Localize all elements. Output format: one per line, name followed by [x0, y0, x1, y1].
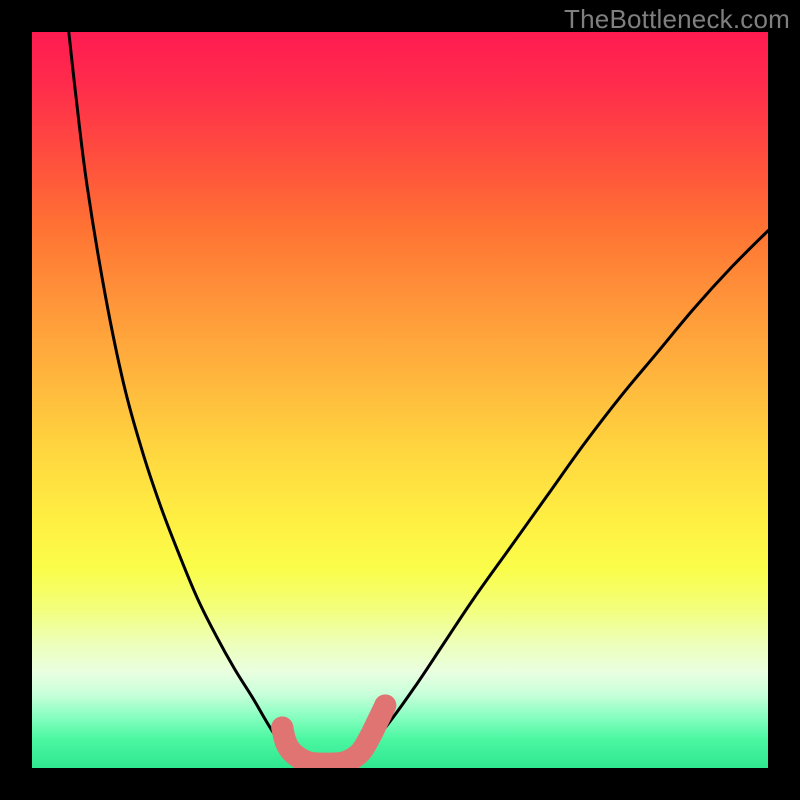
chart-frame: TheBottleneck.com	[0, 0, 800, 800]
floor-marker-stroke	[282, 705, 385, 763]
plot-area	[32, 32, 768, 768]
bottleneck-curve	[69, 32, 768, 764]
watermark-text: TheBottleneck.com	[564, 4, 790, 35]
curve-layer	[32, 32, 768, 768]
floor-marker-dot	[275, 731, 297, 753]
floor-marker-dot	[374, 694, 396, 716]
